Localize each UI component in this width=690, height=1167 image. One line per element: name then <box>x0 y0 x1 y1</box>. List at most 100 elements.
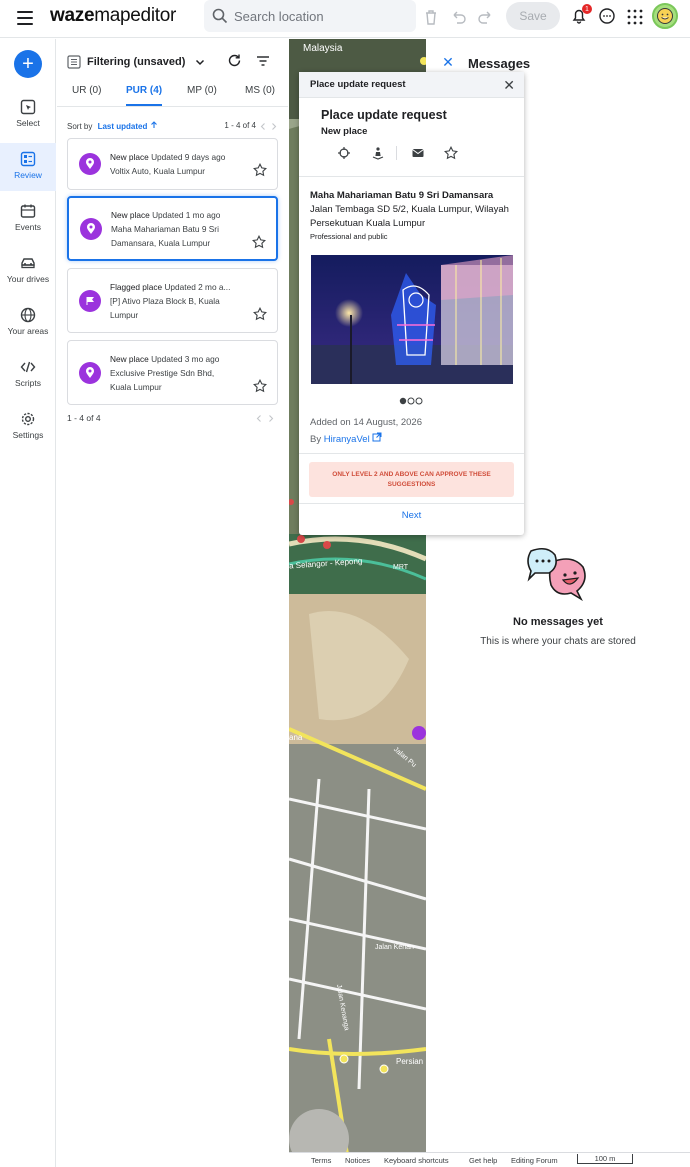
close-icon[interactable]: ✕ <box>438 52 458 72</box>
item-updated: Updated 3 mo ago <box>151 354 220 364</box>
refresh-icon[interactable] <box>227 53 242 68</box>
next-button[interactable]: Next <box>299 510 524 521</box>
top-bar: wazemapeditor Search location Save 1 <box>0 0 690 38</box>
item-type: New place <box>110 152 149 162</box>
keyboard-shortcuts-link[interactable]: Keyboard shortcuts <box>384 1156 449 1165</box>
flag-pin-icon <box>79 290 101 312</box>
item-type: Flagged place <box>110 282 163 292</box>
pagination-count: 1 - 4 of 4 <box>67 413 101 423</box>
place-update-popup: Place update request ✕ Place update requ… <box>299 72 524 535</box>
filter-icon[interactable] <box>256 55 270 67</box>
crosshair-icon[interactable] <box>337 146 351 160</box>
tab-ms[interactable]: MS (0) <box>245 85 275 106</box>
review-tabs: UR (0) PUR (4) MP (0) MS (0) <box>57 85 288 107</box>
filter-dropdown[interactable]: Filtering (unsaved) <box>67 53 277 71</box>
arrow-up-icon[interactable] <box>150 121 158 129</box>
star-icon[interactable] <box>253 163 267 177</box>
rail-item-scripts[interactable]: Scripts <box>0 351 56 399</box>
wazer-face-icon <box>657 8 673 24</box>
map-label: Malaysia <box>303 43 343 54</box>
street-view-icon[interactable] <box>371 146 385 160</box>
chevron-down-icon <box>196 59 205 66</box>
chevron-right-icon[interactable] <box>268 415 274 422</box>
chevron-left-icon[interactable] <box>256 415 262 422</box>
user-avatar[interactable] <box>652 3 678 29</box>
tab-ur[interactable]: UR (0) <box>72 85 101 106</box>
notices-link[interactable]: Notices <box>345 1156 370 1165</box>
trash-icon[interactable] <box>422 8 440 26</box>
select-icon <box>20 99 36 115</box>
rail-item-settings[interactable]: Settings <box>0 403 56 451</box>
star-icon[interactable] <box>444 146 458 160</box>
place-photo[interactable] <box>311 255 513 384</box>
star-icon[interactable] <box>253 307 267 321</box>
added-date: Added on 14 August, 2026 <box>310 417 422 428</box>
email-icon[interactable] <box>411 146 425 160</box>
apps-grid-icon[interactable] <box>626 8 644 26</box>
terms-link[interactable]: Terms <box>311 1156 331 1165</box>
save-button[interactable]: Save <box>506 2 560 30</box>
list-item[interactable]: Flagged place Updated 2 mo a... [P] Ativ… <box>67 268 278 333</box>
map-label: Persian <box>396 1057 424 1066</box>
result-count: 1 - 4 of 4 <box>224 121 256 130</box>
chevron-left-icon[interactable] <box>260 123 266 130</box>
divider <box>299 453 524 454</box>
divider <box>299 176 524 177</box>
item-type: New place <box>111 210 150 220</box>
star-icon[interactable] <box>253 379 267 393</box>
messages-title: Messages <box>468 56 531 71</box>
place-name: Maha Mahariaman Batu 9 Sri Damansara <box>310 190 494 201</box>
popup-header: Place update request ✕ <box>299 72 524 98</box>
rail-item-your-drives[interactable]: Your drives <box>0 247 56 295</box>
gear-icon <box>21 412 35 426</box>
item-updated: Updated 9 days ago <box>151 152 226 162</box>
sort-dropdown[interactable]: Last updated <box>98 122 148 131</box>
popup-actions <box>321 146 511 162</box>
app-logo[interactable]: wazemapeditor <box>50 5 176 27</box>
carousel-dots[interactable] <box>399 397 429 405</box>
search-icon <box>212 8 228 24</box>
menu-icon[interactable] <box>17 11 33 25</box>
item-updated: Updated 2 mo a... <box>164 282 231 292</box>
empty-state-subtitle: This is where your chats are stored <box>480 636 636 647</box>
user-link[interactable]: HiranyaVel <box>324 434 370 445</box>
editing-forum-link[interactable]: Editing Forum <box>511 1156 558 1165</box>
added-by: By HiranyaVel <box>310 432 382 445</box>
chevron-right-icon[interactable] <box>271 123 277 130</box>
divider <box>299 503 524 504</box>
rail-item-your-areas[interactable]: Your areas <box>0 299 56 347</box>
review-panel: Filtering (unsaved) UR (0) PUR (4) MP (0… <box>57 39 288 1167</box>
car-icon <box>21 258 35 269</box>
list-item[interactable]: New place Updated 1 mo ago Maha Mahariam… <box>67 196 278 261</box>
code-icon <box>20 361 36 373</box>
place-category: Professional and public <box>310 232 388 241</box>
chat-icon[interactable] <box>598 7 616 25</box>
get-help-link[interactable]: Get help <box>469 1156 497 1165</box>
undo-icon[interactable] <box>449 8 467 26</box>
sort-row: Sort by Last updated 1 - 4 of 4 <box>67 121 278 133</box>
rail-item-review[interactable]: Review <box>0 143 56 191</box>
search-placeholder: Search location <box>234 8 324 24</box>
empty-state-title: No messages yet <box>513 616 603 628</box>
external-link-icon[interactable] <box>372 432 382 442</box>
close-icon[interactable]: ✕ <box>503 77 515 94</box>
star-icon[interactable] <box>252 235 266 249</box>
left-rail: + Select Review Events Your drives Your … <box>0 39 56 1167</box>
place-pin-icon <box>79 362 101 384</box>
search-input[interactable]: Search location <box>204 0 416 32</box>
map-label: MRT <box>393 564 409 571</box>
place-address: Jalan Tembaga SD 5/2, Kuala Lumpur, Wila… <box>310 204 509 229</box>
filter-label: Filtering (unsaved) <box>87 56 186 68</box>
map-label: ana <box>289 733 303 742</box>
rail-item-events[interactable]: Events <box>0 195 56 243</box>
rail-item-select[interactable]: Select <box>0 91 56 139</box>
list-item[interactable]: New place Updated 9 days ago Voltix Auto… <box>67 138 278 190</box>
tab-pur[interactable]: PUR (4) <box>126 85 163 106</box>
place-pin-icon <box>79 153 101 175</box>
list-item[interactable]: New place Updated 3 mo ago Exclusive Pre… <box>67 340 278 405</box>
add-button[interactable]: + <box>14 50 42 78</box>
map-footer: Terms Notices Keyboard shortcuts Get hel… <box>289 1152 690 1167</box>
redo-icon[interactable] <box>477 8 495 26</box>
tab-mp[interactable]: MP (0) <box>187 85 217 106</box>
notification-badge: 1 <box>582 4 592 14</box>
